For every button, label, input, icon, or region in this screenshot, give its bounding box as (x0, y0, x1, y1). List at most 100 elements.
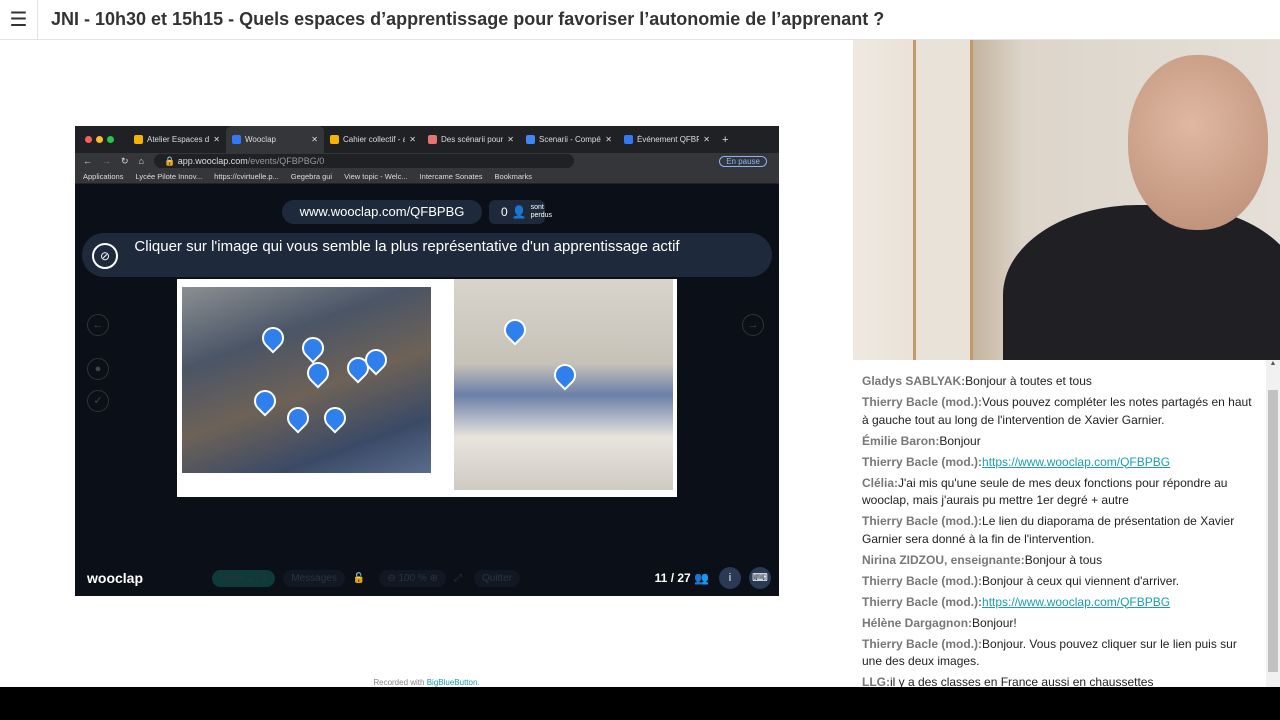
profile-button: En pause (719, 155, 767, 167)
close-tab-icon: ✕ (213, 135, 220, 144)
lost-label-2: perdus (530, 212, 553, 219)
chat-link[interactable]: https://www.wooclap.com/QFBPBG (982, 455, 1170, 469)
vote-pin-icon (257, 322, 289, 354)
tab-label: Scenarii - Compét (539, 135, 602, 144)
chat-message: Thierry Bacle (mod.):Vous pouvez complét… (862, 394, 1258, 429)
address-bar: ← → ↻ ⌂ 🔒 app.wooclap.com/events/QFBPBG/0 E… (75, 153, 779, 169)
lost-counter: 0 👤 sont perdus (489, 200, 552, 224)
chat-message: Thierry Bacle (mod.):Bonjour. Vous pouve… (862, 636, 1258, 671)
recorded-text: Recorded with (373, 678, 427, 687)
bookmarks-bar: Applications Lycée Pilote Innov... https:/… (75, 169, 779, 184)
bookmark-item: Lycée Pilote Innov... (135, 171, 203, 181)
tab-favicon-icon (232, 135, 241, 144)
bookmark-item: Intercame Sonates (419, 171, 483, 181)
chat-message: Émilie Baron:Bonjour (862, 433, 1258, 451)
vote-pin-icon (249, 385, 281, 417)
eye-slash-icon: ⊘ (92, 243, 118, 269)
tab-label: Événement QFBPB (637, 135, 700, 144)
url-field: 🔒 app.wooclap.com/events/QFBPBG/0 (153, 154, 574, 168)
chat-message: Thierry Bacle (mod.):Le lien du diaporam… (862, 513, 1258, 548)
browser-tab: Atelier Espaces d'a ✕ (128, 126, 226, 153)
vote-pin-icon (549, 359, 581, 391)
messages-button: Messages (283, 569, 345, 587)
chat-link[interactable]: https://www.wooclap.com/QFBPBG (982, 595, 1170, 609)
join-url: www.wooclap.com/QFBPBG (282, 200, 482, 224)
scroll-up-icon[interactable]: ▲ (1266, 360, 1280, 367)
close-tab-icon: ✕ (703, 135, 710, 144)
chat-sender: Nirina ZIDZOU, enseignante: (862, 552, 1025, 567)
max-dot (107, 136, 114, 143)
browser-tab: Des scénarii pour ✕ (422, 126, 520, 153)
chat-message: Hélène Dargagnon:Bonjour! (862, 615, 1258, 633)
tab-label: Wooclap (245, 135, 276, 144)
browser-tab: Cahier collectif - a ✕ (324, 126, 422, 153)
vote-pin-icon (297, 332, 329, 364)
presenter-head (1128, 55, 1268, 230)
question-text: Cliquer sur l'image qui vous semble la p… (134, 238, 680, 255)
close-tab-icon: ✕ (409, 135, 416, 144)
question-banner: ⊘ Cliquer sur l'image qui vous semble la … (82, 233, 772, 277)
chat-text: Bonjour à tous (1024, 552, 1103, 567)
chat-sender: Thierry Bacle (mod.): (862, 594, 983, 609)
presenter-body (1003, 205, 1280, 360)
chat-text: J'ai mis qu'une seule de mes deux foncti… (862, 475, 1228, 508)
tab-label: Des scénarii pour (441, 135, 504, 144)
browser-tab: Événement QFBPB✕ (618, 126, 716, 153)
url-path: /events/QFBPBG/0 (247, 156, 325, 166)
shared-screen: Atelier Espaces d'a ✕ Wooclap ✕ Cahier colle… (75, 126, 779, 596)
chat-text: Bonjour (939, 433, 981, 448)
vote-pin-icon (302, 357, 334, 389)
vote-pin-icon (319, 402, 351, 434)
chat-message: Thierry Bacle (mod.):https://www.wooclap… (862, 594, 1258, 612)
prev-arrow-icon: ← (87, 314, 109, 336)
zoom-level: 100 % (398, 572, 427, 584)
lost-count: 0 (501, 205, 508, 219)
votes-value: 2 (247, 572, 254, 584)
chat-message: Clélia:J'ai mis qu'une seule de mes deux… (862, 475, 1258, 510)
participant-count: 11 / 27 👥 (654, 571, 709, 585)
recorded-with: Recorded with BigBlueButton. (0, 678, 853, 687)
chat-sender: Hélène Dargagnon: (862, 615, 973, 630)
tab-label: Cahier collectif - a (343, 135, 406, 144)
chat-sender: Thierry Bacle (mod.): (862, 514, 983, 528)
chat-sender: Thierry Bacle (mod.): (862, 636, 983, 651)
chat-panel: Gladys SABLYAK:Bonjour à toutes et tous T… (853, 360, 1280, 687)
participants-value: 11 / 27 (654, 571, 691, 585)
chat-text: Bonjour à ceux qui viennent d'arriver. (982, 573, 1180, 588)
close-tab-icon: ✕ (605, 135, 612, 144)
next-arrow-icon: → (742, 314, 764, 336)
bookmark-item: Gegebra gui (290, 171, 333, 181)
chat-text: Bonjour! (972, 615, 1017, 630)
chat-message: Gladys SABLYAK:Bonjour à toutes et tous (862, 373, 1258, 391)
bottom-bar (0, 687, 1280, 720)
close-tab-icon: ✕ (507, 135, 514, 144)
back-icon: ← (83, 156, 92, 166)
vote-pin-icon (499, 314, 531, 346)
wooclap-logo: wooclap (87, 570, 144, 586)
chat-sender: Clélia: (862, 475, 899, 490)
classroom-photo-1 (182, 287, 431, 473)
forward-icon: → (102, 156, 111, 166)
browser-tab: Wooclap ✕ (226, 126, 324, 153)
pin-icon: ● (87, 358, 109, 380)
bookmark-item: View topic - Welc... (344, 171, 408, 181)
tab-favicon-icon (624, 135, 633, 144)
bookmark-item: Applications (83, 171, 124, 181)
hamburger-icon[interactable]: ☰ (0, 0, 38, 40)
url-host: app.wooclap.com (177, 156, 248, 166)
quit-button: Quitter (474, 569, 521, 587)
keyboard-icon: ⌨ (749, 567, 771, 589)
bookmark-item: https://cvirtuelle.p... (214, 171, 279, 181)
chat-scrollbar[interactable]: ▲ (1266, 360, 1280, 687)
top-bar: ☰ JNI - 10h30 et 15h15 - Quels espaces d… (0, 0, 1280, 40)
wooclap-footer: wooclap Votes 2 / 1 Messages 🔓 ⊖ 100 % ⊕… (75, 560, 779, 596)
check-icon: ✓ (87, 390, 109, 412)
votes-button: Votes 2 / 1 (212, 569, 276, 587)
scrollbar-thumb[interactable] (1268, 390, 1278, 672)
chat-message: Nirina ZIDZOU, enseignante:Bonjour à tou… (862, 552, 1258, 570)
tab-favicon-icon (428, 135, 437, 144)
bigbluebutton-link[interactable]: BigBlueButton (427, 678, 478, 687)
chat-sender: Thierry Bacle (mod.): (862, 395, 983, 409)
chat-messages: Gladys SABLYAK:Bonjour à toutes et tous T… (862, 373, 1258, 687)
zoom-control: ⊖ 100 % ⊕ (379, 569, 447, 587)
